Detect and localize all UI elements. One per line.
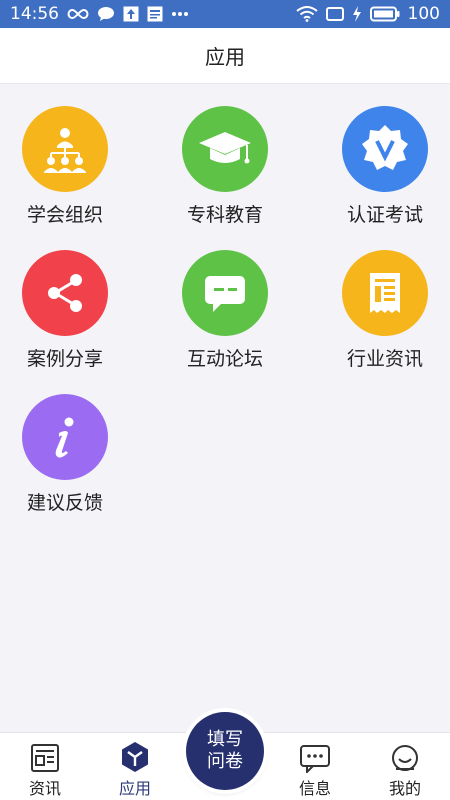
app-label: 学会组织 (26, 204, 103, 226)
more-dots-icon (171, 11, 189, 17)
fab-label-line2: 问卷 (207, 751, 243, 772)
app-label: 互动论坛 (186, 348, 263, 370)
tab-label: 我的 (388, 779, 421, 798)
app-item-certification[interactable]: 认证考试 (320, 106, 450, 227)
page-title: 应用 (205, 45, 245, 69)
screen-icon (325, 6, 344, 22)
battery-icon (369, 6, 400, 22)
chat-bubble-icon (97, 6, 115, 22)
app-item-feedback[interactable]: 建议反馈 (0, 394, 130, 515)
app-label: 案例分享 (26, 348, 103, 370)
charging-icon (352, 6, 362, 22)
forum-chat-icon (182, 250, 268, 336)
fill-questionnaire-button[interactable]: 填写 问卷 (186, 712, 264, 790)
info-icon (22, 394, 108, 480)
tab-label: 资讯 (28, 779, 61, 798)
news-tab-icon (0, 733, 90, 773)
status-time: 14:56 (10, 4, 59, 24)
upload-icon (123, 6, 139, 22)
battery-level: 100 (407, 4, 440, 24)
wifi-icon (295, 6, 318, 22)
tab-messages[interactable]: 信息 (270, 733, 360, 800)
apps-cube-icon (90, 733, 180, 773)
news-document-icon (342, 250, 428, 336)
app-item-organization[interactable]: 学会组织 (0, 106, 130, 227)
tab-label: 信息 (298, 779, 331, 798)
tab-label: 应用 (118, 779, 151, 798)
app-label: 专科教育 (186, 204, 263, 226)
app-item-case-share[interactable]: 案例分享 (0, 250, 130, 371)
graduation-cap-icon (182, 106, 268, 192)
status-bar: 14:56 100 (0, 0, 450, 28)
app-item-industry-news[interactable]: 行业资讯 (320, 250, 450, 371)
app-item-education[interactable]: 专科教育 (160, 106, 290, 227)
app-label: 建议反馈 (26, 492, 103, 514)
profile-tab-icon (360, 733, 450, 773)
page-header: 应用 (0, 28, 450, 84)
share-icon (22, 250, 108, 336)
tab-news[interactable]: 资讯 (0, 733, 90, 800)
message-tab-icon (270, 733, 360, 773)
app-label: 行业资讯 (346, 348, 423, 370)
fab-label-line1: 填写 (207, 729, 243, 750)
verified-badge-icon (342, 106, 428, 192)
news-icon (147, 6, 163, 22)
tab-profile[interactable]: 我的 (360, 733, 450, 800)
app-label: 认证考试 (346, 204, 423, 226)
infinity-icon (67, 7, 89, 21)
organization-icon (22, 106, 108, 192)
app-item-forum[interactable]: 互动论坛 (160, 250, 290, 371)
tab-apps[interactable]: 应用 (90, 733, 180, 800)
